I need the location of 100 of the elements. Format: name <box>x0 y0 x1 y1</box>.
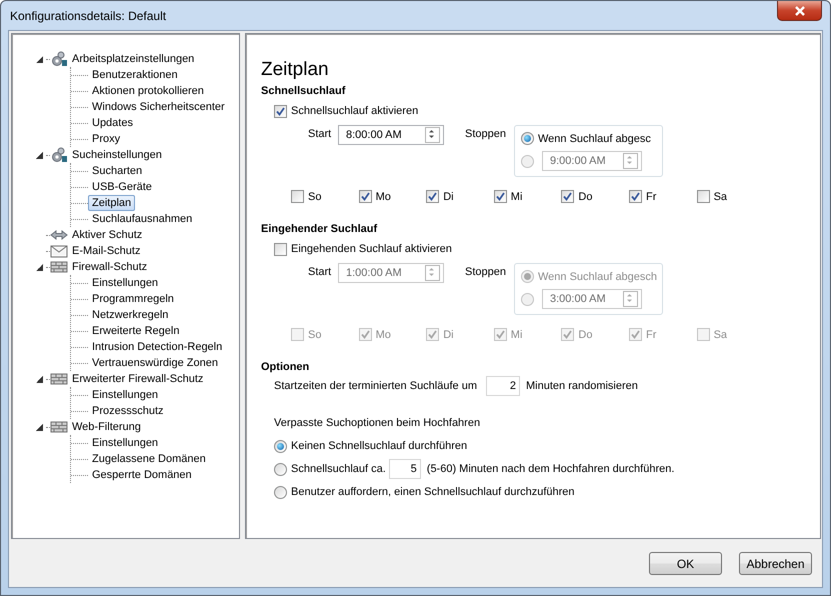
section-heading: Schnellsuchlauf <box>261 85 346 97</box>
checkbox-label: Eingehenden Suchlauf aktivieren <box>291 243 452 255</box>
tree-item[interactable]: Erweiterte Regeln <box>88 323 184 339</box>
tree-item[interactable]: Sucharten <box>88 163 146 179</box>
brick-wall-icon <box>50 419 68 435</box>
day-label: Mi <box>510 328 522 340</box>
day-checkbox[interactable] <box>561 190 574 203</box>
tree-item[interactable]: USB-Geräte <box>88 179 156 195</box>
day-label: Mo <box>376 190 391 202</box>
number-field[interactable]: 2 <box>486 376 520 396</box>
start-label: Start <box>308 128 332 140</box>
day-checkbox[interactable] <box>291 190 304 203</box>
radio-button[interactable] <box>520 154 534 168</box>
day-checkbox[interactable] <box>426 328 440 341</box>
tree-item[interactable]: Suchlaufausnahmen <box>88 211 196 227</box>
tree-item[interactable]: Sucheinstellungen <box>68 147 166 163</box>
section-heading: Eingehender Suchlauf <box>261 223 378 235</box>
tree-item[interactable]: Programmregeln <box>88 291 178 307</box>
arrows-icon <box>50 227 68 243</box>
dialog-button[interactable]: OK <box>649 552 722 575</box>
stop-label: Stoppen <box>465 128 506 140</box>
time-field[interactable]: 3:00:00 AM <box>542 289 642 309</box>
tree-item[interactable]: Einstellungen <box>88 387 162 403</box>
check-icon <box>276 106 285 116</box>
time-field[interactable]: 1:00:00 AM <box>338 263 444 283</box>
option-text: Minuten randomisieren <box>526 380 638 392</box>
radio-button[interactable] <box>274 440 287 452</box>
tree-item[interactable]: Web-Filterung <box>68 419 145 435</box>
radio-button[interactable] <box>274 486 287 498</box>
tree-item[interactable]: Gesperrte Domänen <box>88 467 196 483</box>
day-label: Fr <box>646 328 656 340</box>
day-label: So <box>308 190 322 202</box>
tree-item[interactable]: Einstellungen <box>88 275 162 291</box>
time-field[interactable]: 9:00:00 AM <box>542 151 642 171</box>
time-field[interactable]: 8:00:00 AM <box>338 125 444 145</box>
day-label: Do <box>578 190 592 202</box>
day-checkbox[interactable] <box>494 190 507 203</box>
radio-label: Schnellsuchlauf ca. <box>291 463 386 475</box>
day-checkbox[interactable] <box>561 328 574 341</box>
tree-item[interactable]: Intrusion Detection-Regeln <box>88 339 226 355</box>
tree-item[interactable]: Proxy <box>88 131 124 147</box>
day-checkbox[interactable] <box>426 190 440 203</box>
tree-item[interactable]: Zeitplan <box>88 195 136 211</box>
day-label: Di <box>443 190 454 202</box>
radio-button[interactable] <box>520 132 534 145</box>
tree-item[interactable]: Netzwerkregeln <box>88 307 172 323</box>
day-checkbox[interactable] <box>628 190 642 203</box>
tree-item[interactable]: Arbeitsplatzeinstellungen <box>68 51 198 67</box>
check-icon <box>360 192 370 201</box>
check-icon <box>428 330 438 339</box>
day-label: Fr <box>646 190 656 202</box>
tree-item[interactable]: Aktionen protokollieren <box>88 83 208 99</box>
check-icon <box>630 192 640 201</box>
number-field[interactable]: 5 <box>388 459 421 479</box>
start-label: Start <box>308 266 332 278</box>
tree-item[interactable]: Zugelassene Domänen <box>88 451 210 467</box>
day-checkbox[interactable] <box>696 328 710 341</box>
checkbox[interactable] <box>274 104 287 118</box>
day-label: Sa <box>714 190 728 202</box>
tree-item[interactable]: Windows Sicherheitscenter <box>88 99 229 115</box>
option-caption: Verpasste Suchoptionen beim Hochfahren <box>274 417 480 429</box>
radio-label: Wenn Suchlauf abgesc <box>538 132 651 144</box>
tree-item[interactable]: Prozessschutz <box>88 403 168 419</box>
check-icon <box>496 192 505 201</box>
radio-button[interactable] <box>520 292 534 306</box>
gear-icon <box>50 51 68 67</box>
window-title: Konfigurationsdetails: Default <box>10 9 166 23</box>
tree-item[interactable]: Benutzeraktionen <box>88 67 182 83</box>
radio-label: Keinen Schnellsuchlauf durchführen <box>291 440 468 452</box>
brick-wall-icon <box>50 259 68 275</box>
day-checkbox[interactable] <box>696 190 710 203</box>
day-checkbox[interactable] <box>628 328 642 341</box>
check-icon <box>563 192 572 201</box>
option-text: Startzeiten der terminierten Suchläufe um <box>274 380 477 392</box>
day-label: Mo <box>376 328 391 340</box>
tree-item[interactable]: Firewall-Schutz <box>68 259 152 275</box>
gear-icon <box>50 147 68 163</box>
close-button[interactable] <box>777 1 822 21</box>
tree-item[interactable]: Vertrauenswürdige Zonen <box>88 355 222 371</box>
radio-label: Wenn Suchlauf abgesch <box>538 270 658 282</box>
radio-button[interactable] <box>520 270 534 283</box>
checkbox[interactable] <box>274 242 287 256</box>
tree-item[interactable]: Updates <box>88 115 137 131</box>
dialog-button[interactable]: Abbrechen <box>739 552 812 575</box>
day-checkbox[interactable] <box>494 328 507 341</box>
close-icon <box>794 6 806 16</box>
day-checkbox[interactable] <box>358 328 372 341</box>
check-icon <box>360 330 370 339</box>
check-icon <box>496 330 505 339</box>
tree-item[interactable]: Einstellungen <box>88 435 162 451</box>
radio-label: Benutzer auffordern, einen Schnellsuchlauf durchzuführen <box>291 486 575 498</box>
tree-item[interactable]: E-Mail-Schutz <box>68 243 144 259</box>
day-checkbox[interactable] <box>291 328 304 341</box>
section-heading: Optionen <box>261 361 310 373</box>
tree-item[interactable]: Aktiver Schutz <box>68 227 146 243</box>
spin-buttons[interactable] <box>425 127 440 143</box>
radio-button[interactable] <box>274 462 287 476</box>
stop-label: Stoppen <box>465 266 506 278</box>
tree-item[interactable]: Erweiterter Firewall-Schutz <box>68 371 208 387</box>
day-checkbox[interactable] <box>358 190 372 203</box>
